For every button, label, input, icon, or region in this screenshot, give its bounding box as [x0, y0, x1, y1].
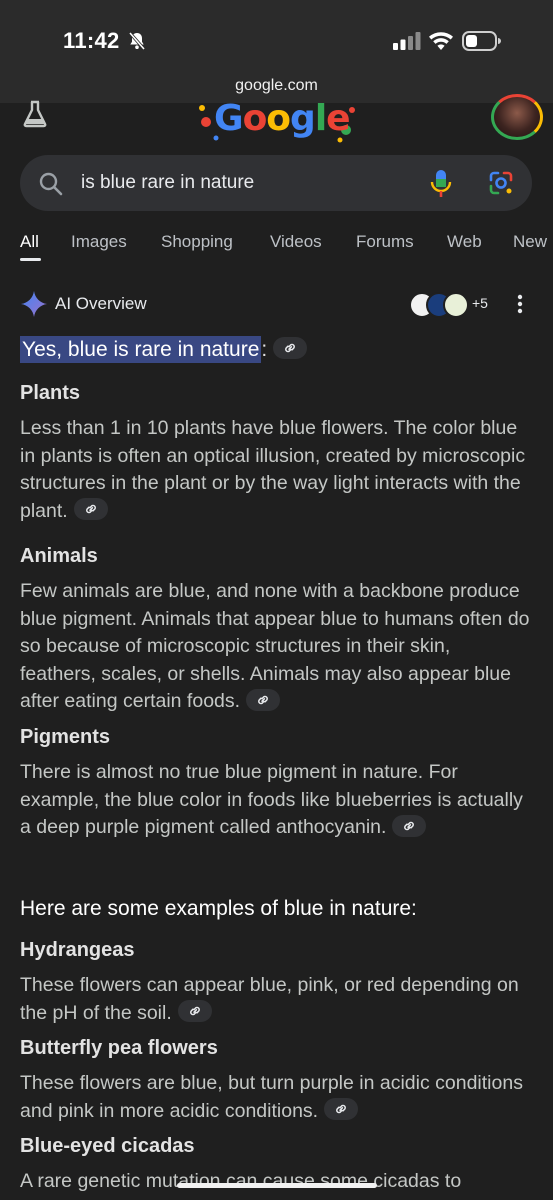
section-heading: Animals [20, 545, 98, 567]
tab-web[interactable]: Web [447, 232, 482, 252]
link-icon [285, 344, 296, 353]
section-text-body: There is almost no true blue pigment in … [20, 761, 523, 838]
tab-shopping[interactable]: Shopping [161, 232, 233, 252]
tab-forums[interactable]: Forums [356, 232, 414, 252]
home-indicator[interactable] [177, 1183, 377, 1188]
kebab-icon[interactable] [517, 294, 523, 314]
search-box[interactable]: is blue rare in nature [20, 155, 532, 211]
google-logo-text: Google [214, 98, 351, 139]
tab-images[interactable]: Images [71, 232, 127, 252]
link-icon [189, 1007, 200, 1016]
source-link-chip[interactable] [273, 337, 308, 360]
section-animals: Animals Few animals are blue, and none w… [20, 545, 530, 716]
example-text-body: These flowers are blue, but turn purple … [20, 1072, 523, 1122]
lead-colon: : [261, 338, 268, 361]
example-heading: Blue-eyed cicadas [20, 1135, 195, 1157]
tab-videos[interactable]: Videos [270, 232, 322, 252]
section-plants: Plants Less than 1 in 10 plants have blu… [20, 382, 530, 525]
search-input[interactable]: is blue rare in nature [81, 172, 254, 194]
search-tabs: All Images Shopping Videos Forums Web Ne… [0, 232, 553, 266]
example-text: These flowers can appear blue, pink, or … [20, 972, 530, 1027]
section-text: There is almost no true blue pigment in … [20, 759, 530, 842]
source-link-chip[interactable] [73, 498, 108, 521]
link-icon [404, 821, 415, 831]
source-link-chip[interactable] [177, 1000, 212, 1023]
mic-icon[interactable] [430, 169, 452, 199]
link-icon [336, 1105, 347, 1114]
wifi-icon [429, 32, 453, 50]
flask-icon[interactable] [22, 100, 48, 128]
section-pigments: Pigments There is almost no true blue pi… [20, 726, 530, 842]
ai-overview-lead: Yes, blue is rare in nature: [20, 336, 308, 363]
lead-highlight: Yes, blue is rare in nature [20, 336, 262, 363]
tab-news[interactable]: New [513, 232, 547, 252]
example-heading: Hydrangeas [20, 939, 135, 961]
status-time: 11:42 [63, 28, 120, 53]
example-text: These flowers are blue, but turn purple … [20, 1070, 530, 1125]
signal-icon [393, 32, 421, 50]
lens-icon[interactable] [488, 170, 514, 196]
sparkle-icon [21, 291, 47, 317]
url-bar[interactable]: google.com [0, 77, 553, 95]
tab-all[interactable]: All [20, 232, 39, 252]
source-favicon [443, 292, 469, 318]
example-heading: Butterfly pea flowers [20, 1037, 218, 1059]
section-text: Few animals are blue, and none with a ba… [20, 578, 530, 716]
examples-heading: Here are some examples of blue in nature… [20, 897, 417, 920]
example-butterfly-pea: Butterfly pea flowers These flowers are … [20, 1037, 530, 1125]
link-icon [85, 505, 96, 514]
section-text: Less than 1 in 10 plants have blue flowe… [20, 415, 530, 525]
bell-slash-icon [128, 31, 146, 51]
search-icon [39, 172, 63, 196]
more-sources-count[interactable]: +5 [472, 295, 488, 311]
link-icon [258, 695, 268, 705]
section-heading: Pigments [20, 726, 111, 748]
battery-icon [462, 31, 501, 51]
ai-overview-header: AI Overview +5 [20, 290, 533, 320]
example-text: A rare genetic mutation can cause some c… [20, 1170, 462, 1192]
source-link-chip[interactable] [324, 1098, 359, 1121]
account-avatar[interactable] [491, 94, 543, 140]
example-text-body: These flowers can appear blue, pink, or … [20, 974, 519, 1024]
active-tab-indicator [20, 258, 41, 261]
example-hydrangeas: Hydrangeas These flowers can appear blue… [20, 939, 530, 1027]
section-heading: Plants [20, 382, 81, 404]
source-link-chip[interactable] [392, 814, 427, 837]
source-favicons[interactable] [409, 292, 469, 318]
ai-overview-title: AI Overview [55, 294, 147, 313]
source-link-chip[interactable] [246, 688, 281, 711]
status-bar: 11:42 google.com [0, 0, 553, 103]
google-doodle-logo[interactable]: Google [196, 98, 358, 144]
